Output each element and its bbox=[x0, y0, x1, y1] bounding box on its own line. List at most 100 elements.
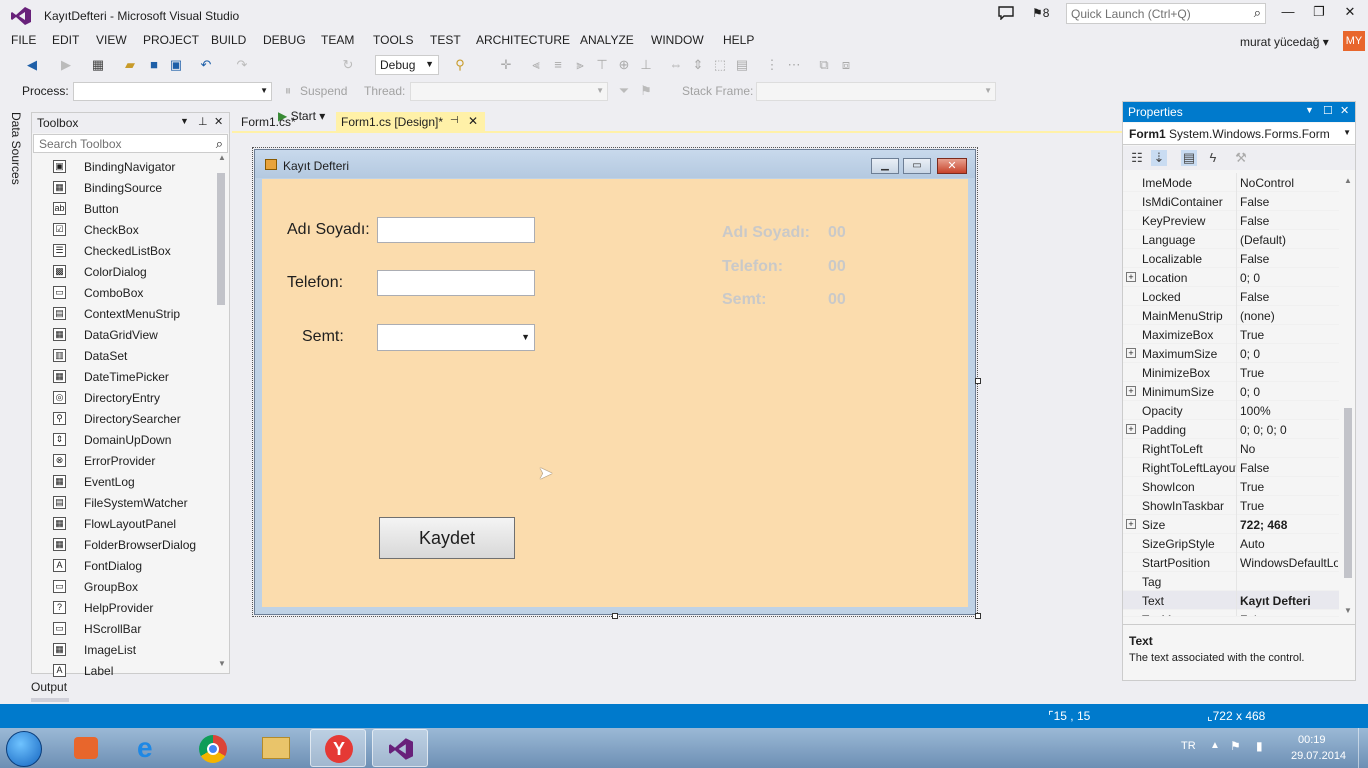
menu-team[interactable]: TEAM bbox=[321, 33, 354, 47]
scroll-down-icon[interactable]: ▼ bbox=[218, 659, 226, 668]
toolbox-item[interactable]: ▭ GroupBox bbox=[50, 577, 220, 598]
close-icon[interactable]: ✕ bbox=[468, 114, 478, 128]
property-value[interactable]: NoControl bbox=[1240, 176, 1338, 190]
property-value[interactable]: False bbox=[1240, 252, 1338, 266]
align-left-icon[interactable]: ⫷ bbox=[528, 57, 544, 73]
expand-icon[interactable]: + bbox=[1126, 386, 1136, 396]
properties-icon[interactable]: ▤ bbox=[1181, 150, 1197, 166]
new-project-icon[interactable]: ▦ bbox=[90, 57, 106, 73]
toolbox-item[interactable]: ▦ FlowLayoutPanel bbox=[50, 514, 220, 535]
data-sources-tab[interactable]: Data Sources bbox=[9, 112, 23, 185]
scroll-down-icon[interactable]: ▼ bbox=[1344, 606, 1352, 615]
restore-button[interactable]: ❐ bbox=[1307, 4, 1331, 24]
property-value[interactable]: 0; 0 bbox=[1240, 347, 1338, 361]
property-value[interactable]: 0; 0 bbox=[1240, 271, 1338, 285]
property-value[interactable]: 100% bbox=[1240, 404, 1338, 418]
toolbox-item[interactable]: ◎ DirectoryEntry bbox=[50, 388, 220, 409]
toolbox-item[interactable]: ▦ FolderBrowserDialog bbox=[50, 535, 220, 556]
notification-icon[interactable] bbox=[998, 6, 1014, 20]
property-row[interactable]: Localizable False bbox=[1123, 249, 1339, 268]
property-row[interactable]: SizeGripStyle Auto bbox=[1123, 534, 1339, 553]
back-icon[interactable]: ◀ bbox=[24, 57, 40, 73]
align-top-icon[interactable]: ⊤ bbox=[594, 57, 610, 73]
display-name-label[interactable]: Adı Soyadı: bbox=[722, 224, 810, 242]
suspend-icon[interactable]: ⏸ bbox=[280, 83, 296, 99]
clock-time[interactable]: 00:19 bbox=[1298, 734, 1326, 746]
properties-scroll-thumb[interactable] bbox=[1344, 408, 1352, 578]
forward-icon[interactable]: ▶ bbox=[58, 57, 74, 73]
toolbox-item[interactable]: ? HelpProvider bbox=[50, 598, 220, 619]
network-icon[interactable]: ▮ bbox=[1256, 739, 1263, 753]
windows-start-button[interactable] bbox=[6, 731, 42, 767]
dropdown-icon[interactable]: ▼ bbox=[1305, 105, 1314, 115]
district-label[interactable]: Semt: bbox=[302, 328, 344, 346]
close-icon[interactable]: ✕ bbox=[214, 115, 223, 128]
open-file-icon[interactable]: ▰ bbox=[122, 57, 138, 73]
property-row[interactable]: Text Kayıt Defteri bbox=[1123, 591, 1339, 610]
property-value[interactable]: Auto bbox=[1240, 537, 1338, 551]
property-row[interactable]: + Size 722; 468 bbox=[1123, 515, 1339, 534]
expand-icon[interactable]: + bbox=[1126, 348, 1136, 358]
resize-handle-corner[interactable] bbox=[975, 613, 981, 619]
toolbox-item[interactable]: ▩ ColorDialog bbox=[50, 262, 220, 283]
align-center-icon[interactable]: ≡ bbox=[550, 57, 566, 73]
save-icon[interactable]: ■ bbox=[146, 57, 162, 73]
property-value[interactable]: True bbox=[1240, 499, 1338, 513]
flag-threads-icon[interactable]: ⚑ bbox=[638, 83, 654, 99]
toolbox-item[interactable]: ▦ ImageList bbox=[50, 640, 220, 661]
action-center-icon[interactable]: ⚑ bbox=[1230, 739, 1241, 753]
toolbox-item[interactable]: ☰ CheckedListBox bbox=[50, 241, 220, 262]
align-middle-icon[interactable]: ⊕ bbox=[616, 57, 632, 73]
property-row[interactable]: + MinimumSize 0; 0 bbox=[1123, 382, 1339, 401]
filter-icon[interactable]: ⏷ bbox=[616, 83, 632, 99]
property-row[interactable]: Locked False bbox=[1123, 287, 1339, 306]
menu-window[interactable]: WINDOW bbox=[651, 33, 704, 47]
toolbox-item[interactable]: ▭ ComboBox bbox=[50, 283, 220, 304]
maximize-icon[interactable]: ☐ bbox=[1323, 104, 1333, 117]
save-button[interactable]: Kaydet bbox=[379, 517, 515, 559]
stack-frame-select[interactable]: ▼ bbox=[756, 82, 996, 101]
toolbox-item[interactable]: A FontDialog bbox=[50, 556, 220, 577]
resize-handle-bottom[interactable] bbox=[612, 613, 618, 619]
process-select[interactable]: ▼ bbox=[73, 82, 272, 101]
property-value[interactable]: (none) bbox=[1240, 309, 1338, 323]
toolbox-item[interactable]: ☑ CheckBox bbox=[50, 220, 220, 241]
property-value[interactable]: (Default) bbox=[1240, 233, 1338, 247]
same-size-icon[interactable]: ⬚ bbox=[712, 57, 728, 73]
display-name-value[interactable]: 00 bbox=[828, 224, 846, 242]
toolbox-item[interactable]: ▥ DataSet bbox=[50, 346, 220, 367]
toolbox-search-input[interactable]: Search Toolbox ⌕ bbox=[33, 134, 228, 153]
menu-test[interactable]: TEST bbox=[430, 33, 461, 47]
categorized-icon[interactable]: ☷ bbox=[1129, 150, 1145, 166]
display-phone-value[interactable]: 00 bbox=[828, 258, 846, 276]
pin-icon[interactable]: ✛ bbox=[498, 57, 514, 73]
toolbox-item[interactable]: A Label bbox=[50, 661, 220, 682]
menu-help[interactable]: HELP bbox=[723, 33, 754, 47]
pin-icon[interactable]: ⊣ bbox=[450, 115, 459, 126]
find-icon[interactable]: ⚲ bbox=[452, 57, 468, 73]
output-tab[interactable]: Output bbox=[31, 680, 67, 694]
toolbox-item[interactable]: ▦ EventLog bbox=[50, 472, 220, 493]
expand-icon[interactable]: + bbox=[1126, 272, 1136, 282]
h-spacing-icon[interactable]: ⋮ bbox=[764, 57, 780, 73]
send-back-icon[interactable]: ⧈ bbox=[838, 57, 854, 73]
toolbox-item[interactable]: ▦ BindingSource bbox=[50, 178, 220, 199]
undo-icon[interactable]: ↶ bbox=[198, 57, 214, 73]
resize-handle-right[interactable] bbox=[975, 378, 981, 384]
property-value[interactable]: 722; 468 bbox=[1240, 518, 1338, 532]
alphabetical-icon[interactable]: ⇣ bbox=[1151, 150, 1167, 166]
grid-icon[interactable]: ▤ bbox=[734, 57, 750, 73]
property-row[interactable]: MaximizeBox True bbox=[1123, 325, 1339, 344]
close-button[interactable]: ✕ bbox=[1338, 4, 1362, 24]
menu-project[interactable]: PROJECT bbox=[143, 33, 199, 47]
taskbar-visual-studio[interactable] bbox=[372, 729, 428, 767]
v-spacing-icon[interactable]: ⋯ bbox=[786, 57, 802, 73]
show-desktop-button[interactable] bbox=[1358, 728, 1368, 768]
configuration-select[interactable]: Debug ▼ bbox=[375, 55, 439, 75]
refresh-icon[interactable]: ↻ bbox=[340, 57, 356, 73]
menu-view[interactable]: VIEW bbox=[96, 33, 127, 47]
toolbox-scroll-thumb[interactable] bbox=[217, 173, 225, 305]
phone-textbox[interactable] bbox=[377, 270, 535, 296]
property-value[interactable]: Kayıt Defteri bbox=[1240, 594, 1338, 608]
toolbox-item[interactable]: ⇕ DomainUpDown bbox=[50, 430, 220, 451]
